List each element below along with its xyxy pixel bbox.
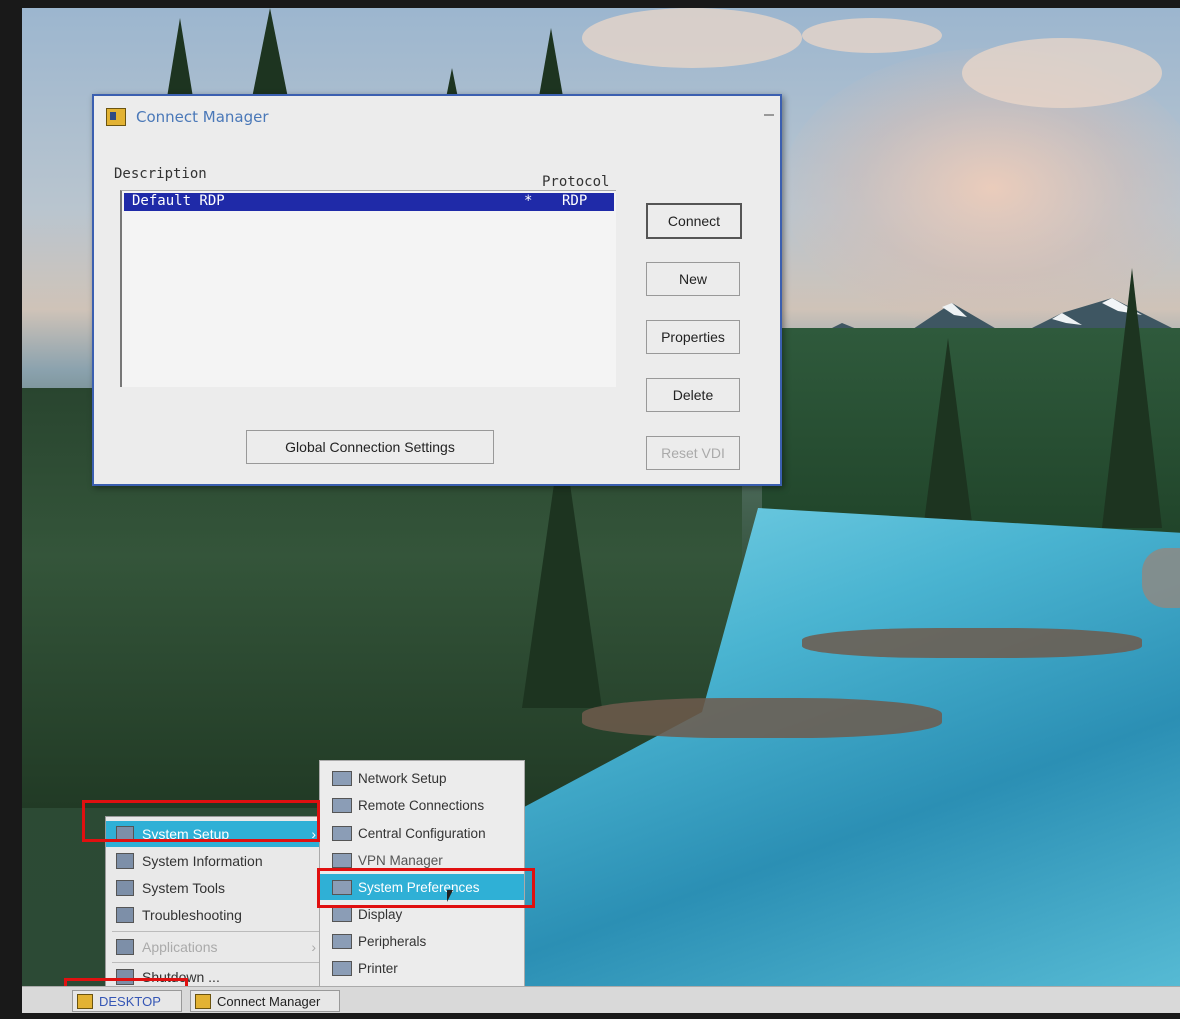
display-icon [332, 906, 352, 922]
submenu-item-remote-connections[interactable]: Remote Connections [320, 792, 524, 818]
submenu-item-label: Central Configuration [358, 825, 486, 841]
default-marker: * [524, 193, 533, 209]
desktop-icon [77, 993, 93, 1009]
properties-button[interactable]: Properties [646, 320, 740, 354]
menu-item-label: Applications [142, 939, 218, 955]
central-configuration-icon [332, 825, 352, 841]
desktop-screen: Connect Manager Description Protocol Def… [22, 8, 1180, 1013]
connection-protocol: RDP [562, 193, 588, 209]
submenu-item-label: VPN Manager [358, 852, 443, 868]
submenu-item-label: Printer [358, 960, 398, 976]
menu-item-system-information[interactable]: System Information [106, 848, 326, 874]
new-button[interactable]: New [646, 262, 740, 296]
troubleshooting-icon [116, 907, 134, 923]
vpn-manager-icon [332, 852, 352, 868]
desktop-button[interactable]: DESKTOP [72, 990, 182, 1012]
monitor-bezel: Connect Manager Description Protocol Def… [0, 0, 1180, 1019]
taskbar: DESKTOP Connect Manager [22, 986, 1180, 1013]
connect-manager-icon [195, 993, 211, 1009]
system-tools-icon [116, 880, 134, 896]
reset-vdi-button[interactable]: Reset VDI [646, 436, 740, 470]
wallpaper-tree [922, 338, 974, 538]
callout-box-system-setup [82, 800, 320, 842]
wallpaper-tree [1102, 268, 1162, 528]
column-header-description: Description [114, 166, 207, 182]
menu-item-applications[interactable]: Applications › [106, 934, 326, 960]
menu-item-label: System Information [142, 853, 263, 869]
window-titlebar[interactable]: Connect Manager [106, 106, 269, 128]
connection-list[interactable]: Default RDP * RDP [120, 190, 616, 387]
submenu-item-central-configuration[interactable]: Central Configuration [320, 820, 524, 846]
connect-button[interactable]: Connect [646, 203, 742, 239]
menu-item-system-tools[interactable]: System Tools [106, 875, 326, 901]
submenu-item-network-setup[interactable]: Network Setup [320, 765, 524, 791]
wallpaper-rocks [582, 698, 942, 738]
submenu-item-printer[interactable]: Printer [320, 955, 524, 981]
menu-item-label: Troubleshooting [142, 907, 242, 923]
start-menu[interactable]: System Setup › System Information System… [105, 816, 327, 990]
system-information-icon [116, 853, 134, 869]
desktop-label: DESKTOP [99, 993, 161, 1009]
wallpaper-tree [252, 8, 288, 98]
peripherals-icon [332, 933, 352, 949]
delete-button[interactable]: Delete [646, 378, 740, 412]
connection-description: Default RDP [132, 193, 225, 209]
submenu-item-peripherals[interactable]: Peripherals [320, 928, 524, 954]
menu-separator [112, 962, 320, 963]
wallpaper-cloud [582, 8, 802, 68]
printer-icon [332, 960, 352, 976]
taskbar-connect-manager[interactable]: Connect Manager [190, 990, 340, 1012]
connection-row-default-rdp[interactable]: Default RDP * RDP [124, 193, 614, 211]
submenu-item-label: Display [358, 906, 403, 922]
applications-icon [116, 939, 134, 955]
submenu-item-label: Network Setup [358, 770, 447, 786]
connect-manager-icon [106, 108, 126, 126]
window-title: Connect Manager [136, 108, 269, 126]
taskbar-task-label: Connect Manager [217, 993, 321, 1009]
submenu-arrow-icon: › [311, 939, 316, 955]
minimize-icon[interactable] [764, 114, 774, 116]
connect-manager-window[interactable]: Connect Manager Description Protocol Def… [92, 94, 782, 486]
wallpaper-cloud [962, 38, 1162, 108]
wallpaper-rocks [802, 628, 1142, 658]
callout-box-system-preferences [317, 868, 535, 908]
menu-item-troubleshooting[interactable]: Troubleshooting [106, 902, 326, 928]
remote-connections-icon [332, 797, 352, 813]
global-connection-settings-button[interactable]: Global Connection Settings [246, 430, 494, 464]
network-setup-icon [332, 770, 352, 786]
menu-item-label: System Tools [142, 880, 225, 896]
submenu-item-label: Peripherals [358, 933, 427, 949]
column-header-protocol: Protocol [542, 174, 610, 190]
submenu-item-label: Remote Connections [358, 797, 485, 813]
menu-separator [112, 931, 320, 932]
wallpaper-cloud [802, 18, 942, 53]
wallpaper-rocks [1142, 548, 1180, 608]
